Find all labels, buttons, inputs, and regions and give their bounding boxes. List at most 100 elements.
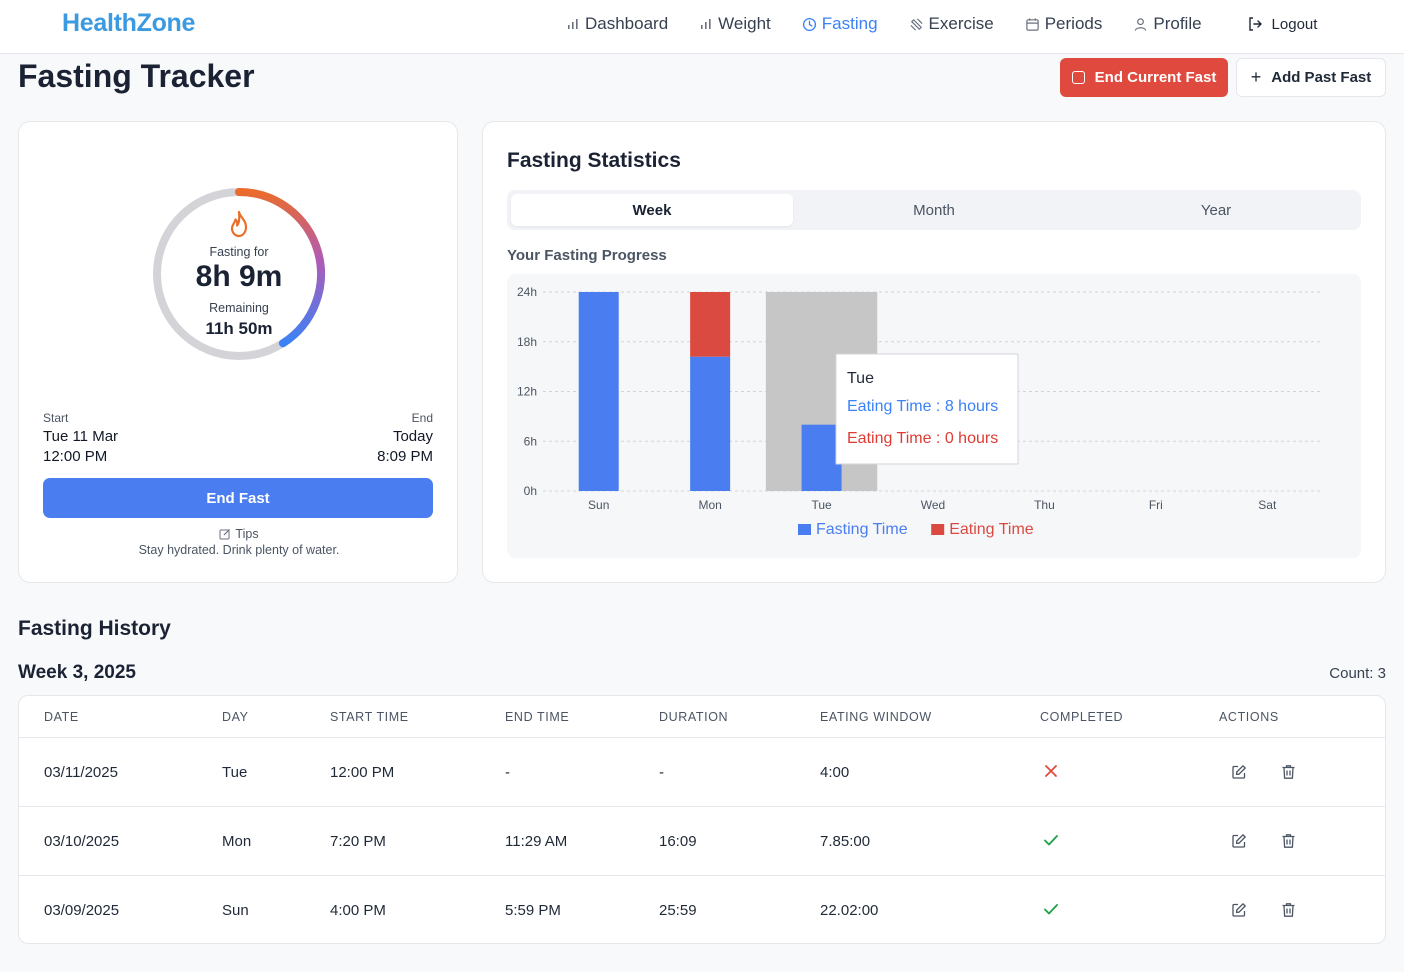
nav-item-fasting[interactable]: Fasting bbox=[802, 13, 878, 35]
plus-icon: + bbox=[1250, 67, 1262, 87]
cell-date: 03/11/2025 bbox=[44, 764, 118, 781]
cell-start-time: 4:00 PM bbox=[330, 902, 386, 919]
elapsed-time: 8h 9m bbox=[195, 260, 283, 293]
y-tick-label: 0h bbox=[524, 484, 537, 498]
edit-button[interactable] bbox=[1229, 900, 1249, 920]
trash-icon bbox=[1282, 903, 1294, 917]
cell-duration: 25:59 bbox=[659, 902, 697, 919]
column-header-date: DATE bbox=[44, 710, 79, 724]
end-label: End bbox=[411, 411, 433, 425]
end-current-fast-button[interactable]: End Current Fast bbox=[1060, 58, 1228, 97]
cell-end-time: 11:29 AM bbox=[505, 833, 568, 850]
nav-item-label: Fasting bbox=[821, 14, 878, 33]
cell-end-time: - bbox=[505, 764, 510, 781]
start-date: Tue 11 Mar bbox=[43, 428, 119, 445]
calendar-icon bbox=[1025, 17, 1039, 31]
end-date: Today bbox=[392, 428, 433, 445]
start-time: 12:00 PM bbox=[43, 448, 108, 465]
cell-day: Tue bbox=[222, 764, 248, 781]
bar-chart-icon bbox=[701, 19, 711, 29]
column-header-day: DAY bbox=[222, 710, 249, 724]
tip-text: Stay hydrated. Drink plenty of water. bbox=[138, 543, 340, 557]
column-header-completed: COMPLETED bbox=[1040, 710, 1124, 724]
cell-start-time: 12:00 PM bbox=[330, 764, 395, 781]
add-past-fast-button[interactable]: + Add Past Fast bbox=[1236, 58, 1386, 97]
fasting-timer-card: Fasting for 8h 9m Remaining 11h 50m Star… bbox=[18, 121, 458, 583]
trash-icon bbox=[1282, 765, 1294, 779]
tab-week[interactable]: Week bbox=[511, 194, 793, 226]
x-tick-label: Sun bbox=[588, 498, 609, 512]
history-title: Fasting History bbox=[18, 617, 171, 640]
delete-button[interactable] bbox=[1278, 831, 1298, 851]
period-tabs: Week Month Year bbox=[507, 190, 1361, 230]
tooltip-line: Eating Time : 8 hours bbox=[847, 398, 998, 415]
cell-start-time: 7:20 PM bbox=[330, 833, 386, 850]
logout-button[interactable]: Logout bbox=[1247, 15, 1318, 33]
cell-eating-window: 22.02:00 bbox=[820, 902, 879, 919]
column-header-eating-window: EATING WINDOW bbox=[820, 710, 932, 724]
nav-item-weight[interactable]: Weight bbox=[699, 13, 771, 35]
tips-label: Tips bbox=[235, 527, 259, 541]
history-count: Count: 3 bbox=[1329, 665, 1386, 682]
x-tick-label: Sat bbox=[1258, 498, 1277, 512]
tooltip-title: Tue bbox=[847, 370, 874, 387]
tab-month[interactable]: Month bbox=[793, 194, 1075, 226]
page-title: Fasting Tracker bbox=[18, 58, 255, 94]
delete-button[interactable] bbox=[1278, 900, 1298, 920]
edit-button[interactable] bbox=[1229, 762, 1249, 782]
clock-icon bbox=[802, 17, 816, 31]
nav-item-exercise[interactable]: Exercise bbox=[909, 13, 994, 35]
delete-button[interactable] bbox=[1278, 762, 1298, 782]
statistics-title: Fasting Statistics bbox=[507, 149, 681, 172]
tooltip-line: Eating Time : 0 hours bbox=[847, 430, 998, 447]
fasting-for-label: Fasting for bbox=[209, 245, 269, 259]
nav-item-profile[interactable]: Profile bbox=[1133, 13, 1202, 35]
y-tick-label: 12h bbox=[517, 385, 537, 399]
cell-date: 03/10/2025 bbox=[44, 833, 120, 850]
y-tick-label: 18h bbox=[517, 335, 537, 349]
check-icon bbox=[1044, 904, 1058, 915]
bar-eating-time bbox=[690, 292, 731, 357]
bar-chart-icon bbox=[568, 19, 578, 29]
logout-icon bbox=[1248, 17, 1262, 31]
nav-item-label: Profile bbox=[1153, 14, 1202, 33]
cell-duration: 16:09 bbox=[659, 833, 697, 850]
top-navbar: HealthZone Dashboard Weight Fasting Exer… bbox=[0, 0, 1404, 54]
column-header-end-time: END TIME bbox=[505, 710, 570, 724]
edit-button[interactable] bbox=[1229, 831, 1249, 851]
column-header-actions: ACTIONS bbox=[1219, 710, 1279, 724]
history-table: DATE DAY START TIME END TIME DURATION EA… bbox=[18, 695, 1386, 944]
start-label: Start bbox=[43, 411, 69, 425]
cell-eating-window: 4:00 bbox=[820, 764, 850, 781]
fasting-chart: 0h 6h 12h 18h 24h Sun Mon Tue Wed Thu Fri Sat Fastin… bbox=[517, 285, 1323, 538]
nav-menu: Dashboard Weight Fasting Exercise Period… bbox=[566, 13, 1317, 35]
tips-header: Tips bbox=[19, 527, 459, 541]
logout-label: Logout bbox=[1271, 15, 1318, 33]
legend-label: Eating Time bbox=[949, 521, 1034, 538]
nav-item-label: Dashboard bbox=[585, 14, 669, 33]
end-fast-button[interactable]: End Fast bbox=[43, 478, 433, 518]
table-header: DATE DAY START TIME END TIME DURATION EA… bbox=[19, 696, 1385, 738]
table-row: 03/11/2025 Tue 12:00 PM - - 4:00 bbox=[19, 738, 1385, 807]
trash-icon bbox=[1282, 834, 1294, 848]
nav-item-label: Exercise bbox=[928, 14, 994, 33]
legend-swatch bbox=[798, 524, 811, 535]
check-icon bbox=[1044, 835, 1058, 846]
cell-date: 03/09/2025 bbox=[44, 902, 120, 919]
remaining-label: Remaining bbox=[209, 301, 269, 315]
nav-item-dashboard[interactable]: Dashboard bbox=[566, 13, 668, 35]
y-tick-label: 6h bbox=[524, 434, 537, 448]
nav-item-periods[interactable]: Periods bbox=[1025, 13, 1102, 35]
column-header-duration: DURATION bbox=[659, 710, 729, 724]
dumbbell-icon bbox=[909, 17, 923, 31]
edit-icon bbox=[1232, 834, 1246, 848]
nav-item-label: Weight bbox=[718, 14, 771, 33]
table-row: 03/10/2025 Mon 7:20 PM 11:29 AM 16:09 7.… bbox=[19, 807, 1385, 876]
tab-year[interactable]: Year bbox=[1075, 194, 1357, 226]
cell-duration: - bbox=[659, 764, 664, 781]
cell-day: Mon bbox=[222, 833, 252, 850]
flame-icon bbox=[230, 210, 248, 238]
legend-label: Fasting Time bbox=[816, 521, 908, 538]
fasting-statistics-card: Fasting Statistics Week Month Year Your … bbox=[482, 121, 1386, 583]
brand-logo[interactable]: HealthZone bbox=[62, 9, 195, 38]
